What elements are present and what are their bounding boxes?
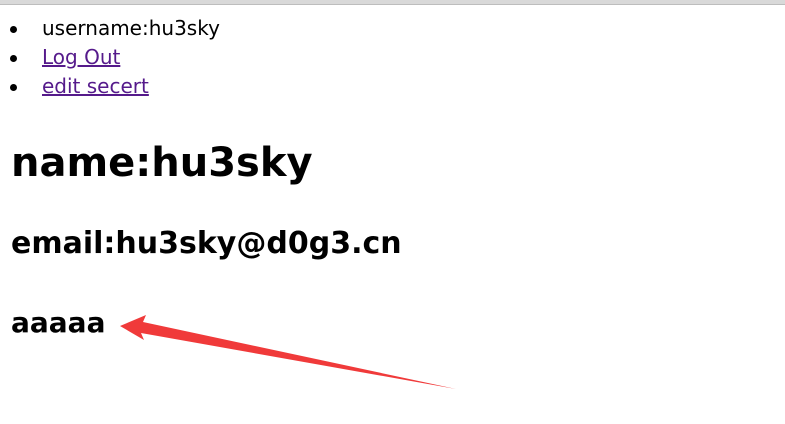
nav-item-logout: Log Out [0,43,220,72]
edit-secret-link[interactable]: edit secert [42,74,149,98]
bullet-icon [10,26,17,33]
email-heading: email:hu3sky@d0g3.cn [11,226,402,261]
bullet-icon [10,55,17,62]
arrow-shape [120,315,456,389]
bullet-icon [10,84,17,91]
username-label: username:hu3sky [42,16,220,40]
nav-item-username: username:hu3sky [0,14,220,43]
logout-link[interactable]: Log Out [42,45,120,69]
page-content: username:hu3sky Log Out edit secert name… [0,0,785,424]
secret-heading: aaaaa [11,306,106,339]
nav-item-edit-secret: edit secert [0,72,220,101]
name-heading: name:hu3sky [11,140,313,186]
user-nav-list: username:hu3sky Log Out edit secert [0,14,220,101]
